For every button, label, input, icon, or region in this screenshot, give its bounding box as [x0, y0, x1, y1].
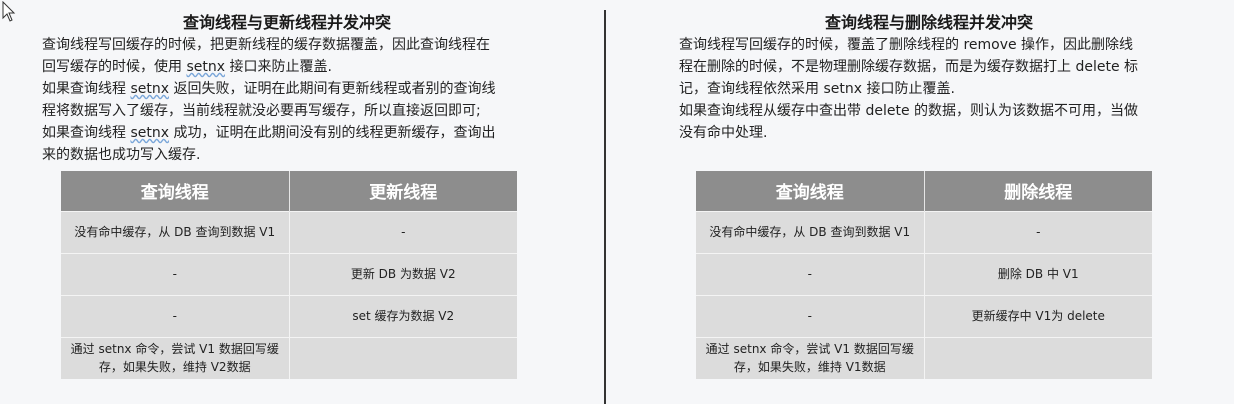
- table-header-row: 查询线程 更新线程: [61, 171, 517, 211]
- table-row: - 更新缓存中 V1为 delete: [696, 294, 1152, 337]
- table-cell: -: [924, 210, 1152, 253]
- right-line: 如果查询线程从缓存中查出带 delete 的数据，则认为该数据不可用，当做: [679, 103, 1139, 119]
- table-cell: -: [696, 252, 925, 295]
- table-row: - 更新 DB 为数据 V2: [61, 252, 517, 295]
- right-line: 没有命中处理.: [679, 125, 768, 141]
- mouse-pointer-icon: [2, 1, 16, 22]
- table-cell: 删除 DB 中 V1: [924, 252, 1152, 295]
- table-header-cell: 删除线程: [924, 171, 1152, 211]
- table-cell: [924, 336, 1152, 379]
- left-line: 如果查询线程 setnx 成功，证明在此期间没有别的线程更新缓存，查询出: [42, 125, 496, 141]
- table-cell: -: [61, 252, 290, 295]
- table-cell: -: [61, 294, 290, 337]
- table-header-cell: 更新线程: [289, 171, 517, 211]
- table-row: 没有命中缓存，从 DB 查询到数据 V1 -: [61, 210, 517, 253]
- right-table: 查询线程 删除线程 没有命中缓存，从 DB 查询到数据 V1 - - 删除 DB…: [696, 171, 1152, 379]
- table-cell: 通过 setnx 命令，尝试 V1 数据回写缓存，如果失败，维持 V1数据: [696, 336, 925, 379]
- left-paragraph: 查询线程写回缓存的时候，把更新线程的缓存数据覆盖，因此查询线程在 回写缓存的时候…: [42, 34, 532, 166]
- table-header-row: 查询线程 删除线程: [696, 171, 1152, 211]
- table-row: 通过 setnx 命令，尝试 V1 数据回写缓存，如果失败，维持 V1数据: [696, 336, 1152, 379]
- right-section: 查询线程与删除线程并发冲突 查询线程写回缓存的时候，覆盖了删除线程的 remov…: [679, 12, 1179, 144]
- table-cell: -: [696, 294, 925, 337]
- table-row: - set 缓存为数据 V2: [61, 294, 517, 337]
- left-title: 查询线程与更新线程并发冲突: [182, 13, 391, 32]
- column-divider: [604, 10, 606, 404]
- table-cell: 更新缓存中 V1为 delete: [924, 294, 1152, 337]
- table-cell: -: [289, 210, 517, 253]
- table-row: 通过 setnx 命令，尝试 V1 数据回写缓存，如果失败，维持 V2数据: [61, 336, 517, 379]
- left-table: 查询线程 更新线程 没有命中缓存，从 DB 查询到数据 V1 - - 更新 DB…: [61, 171, 517, 379]
- left-line: 如果查询线程 setnx 返回失败，证明在此期间有更新线程或者别的查询线: [42, 81, 496, 97]
- right-line: 程在删除的时候，不是物理删除缓存数据，而是为缓存数据打上 delete 标: [679, 59, 1139, 75]
- right-paragraph: 查询线程写回缓存的时候，覆盖了删除线程的 remove 操作，因此删除线 程在删…: [679, 34, 1169, 144]
- table-header-cell: 查询线程: [696, 171, 925, 211]
- table-cell: 没有命中缓存，从 DB 查询到数据 V1: [696, 210, 925, 253]
- left-line: 查询线程写回缓存的时候，把更新线程的缓存数据覆盖，因此查询线程在: [42, 37, 490, 53]
- right-title: 查询线程与删除线程并发冲突: [824, 13, 1033, 32]
- table-cell: 没有命中缓存，从 DB 查询到数据 V1: [61, 210, 290, 253]
- left-section: 查询线程与更新线程并发冲突 查询线程写回缓存的时候，把更新线程的缓存数据覆盖，因…: [42, 12, 532, 166]
- table-row: 没有命中缓存，从 DB 查询到数据 V1 -: [696, 210, 1152, 253]
- right-line: 查询线程写回缓存的时候，覆盖了删除线程的 remove 操作，因此删除线: [679, 37, 1134, 53]
- table-cell: set 缓存为数据 V2: [289, 294, 517, 337]
- right-line: 记，查询线程依然采用 setnx 接口防止覆盖.: [679, 81, 955, 97]
- table-cell: 通过 setnx 命令，尝试 V1 数据回写缓存，如果失败，维持 V2数据: [61, 336, 290, 379]
- table-row: - 删除 DB 中 V1: [696, 252, 1152, 295]
- left-line: 回写缓存的时候，使用 setnx 接口来防止覆盖.: [42, 59, 332, 75]
- left-line: 程将数据写入了缓存，当前线程就没必要再写缓存，所以直接返回即可;: [42, 103, 481, 119]
- left-line: 来的数据也成功写入缓存.: [42, 147, 201, 163]
- table-header-cell: 查询线程: [61, 171, 290, 211]
- table-cell: [289, 336, 517, 379]
- table-cell: 更新 DB 为数据 V2: [289, 252, 517, 295]
- page: 查询线程与更新线程并发冲突 查询线程写回缓存的时候，把更新线程的缓存数据覆盖，因…: [0, 0, 1234, 404]
